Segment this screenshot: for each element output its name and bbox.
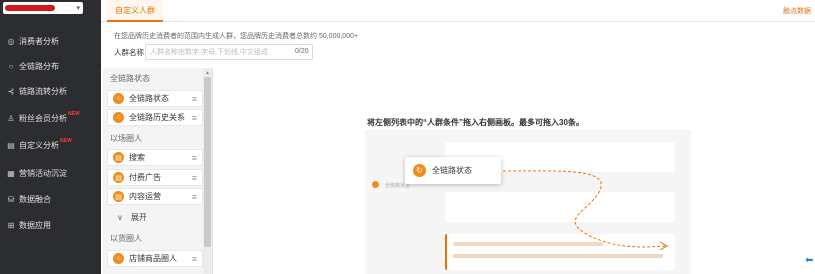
drag-path-arrow bbox=[502, 170, 669, 251]
back-arrow-icon[interactable]: ⬅ bbox=[805, 255, 813, 266]
